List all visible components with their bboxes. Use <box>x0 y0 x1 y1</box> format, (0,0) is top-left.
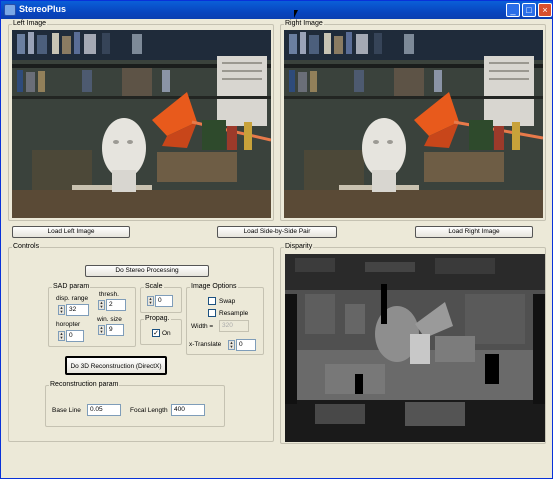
horopter-field[interactable]: 0 <box>66 330 84 342</box>
propag-group: Propag. <box>140 315 182 345</box>
right-image-view <box>284 30 543 218</box>
x-translate-label: x-Translate <box>189 341 222 348</box>
horopter-spinner[interactable]: ▲ ▼ <box>58 331 65 341</box>
left-image-view <box>12 30 271 218</box>
resample-checkbox[interactable] <box>208 309 216 317</box>
app-icon <box>4 4 16 16</box>
right-scene-image <box>284 30 543 218</box>
disp-range-field[interactable]: 32 <box>66 304 89 316</box>
mouse-pointer-icon <box>294 10 298 18</box>
disp-range-spinner[interactable]: ▲ ▼ <box>58 305 65 315</box>
win-size-field[interactable]: 9 <box>106 324 124 336</box>
width-label: Width = <box>191 323 214 330</box>
swap-label: Swap <box>219 298 236 305</box>
controls-label: Controls <box>12 243 41 251</box>
base-line-label: Base Line <box>52 407 81 414</box>
disparity-map-image <box>285 254 545 442</box>
thresh-spinner[interactable]: ▲ ▼ <box>98 300 105 310</box>
win-size-label: win. size <box>97 316 122 323</box>
minimize-icon[interactable]: _ <box>506 3 520 17</box>
load-right-image-button[interactable]: Load Right Image <box>415 226 533 238</box>
left-image-label: Left Image <box>12 20 48 28</box>
x-translate-field[interactable]: 0 <box>236 339 256 351</box>
reconstruction-param-label: Reconstruction param <box>49 381 120 389</box>
scale-field[interactable]: 0 <box>155 295 173 307</box>
horopter-label: horopter <box>56 321 81 328</box>
propag-on-checkbox[interactable]: ✓ <box>152 329 160 337</box>
propag-on-label: On <box>162 330 171 337</box>
close-icon[interactable]: × <box>538 3 552 17</box>
disparity-label: Disparity <box>284 243 314 251</box>
thresh-field[interactable]: 2 <box>106 299 126 311</box>
focal-length-field[interactable]: 400 <box>171 404 205 416</box>
right-image-label: Right Image <box>284 20 324 28</box>
image-options-label: Image Options <box>190 283 238 291</box>
disparity-map-view <box>285 254 545 442</box>
width-field: 320 <box>219 320 249 332</box>
scale-label: Scale <box>144 283 164 291</box>
sad-param-label: SAD param <box>52 283 91 291</box>
maximize-icon[interactable]: □ <box>522 3 536 17</box>
thresh-label: thresh. <box>99 291 119 298</box>
win-size-spinner[interactable]: ▲ ▼ <box>98 325 105 335</box>
propag-label: Propag. <box>144 315 171 323</box>
load-side-by-side-button[interactable]: Load Side-by-Side Pair <box>217 226 337 238</box>
load-left-image-button[interactable]: Load Left Image <box>12 226 130 238</box>
do-3d-reconstruction-button[interactable]: Do 3D Reconstruction (DirectX) <box>65 356 167 375</box>
resample-label: Resample <box>219 310 249 317</box>
scale-spinner[interactable]: ▲ ▼ <box>147 296 154 306</box>
left-scene-image <box>12 30 271 218</box>
base-line-field[interactable]: 0.05 <box>87 404 121 416</box>
do-stereo-processing-button[interactable]: Do Stereo Processing <box>85 265 209 277</box>
swap-checkbox[interactable] <box>208 297 216 305</box>
app-window: StereoPlus _ □ × Left Image Right Image … <box>0 0 553 479</box>
window-title: StereoPlus <box>19 4 67 14</box>
disp-range-label: disp. range <box>56 295 89 302</box>
focal-length-label: Focal Length <box>130 407 168 414</box>
x-translate-spinner[interactable]: ▲ ▼ <box>228 340 235 350</box>
title-bar[interactable]: StereoPlus _ □ × <box>1 1 552 19</box>
